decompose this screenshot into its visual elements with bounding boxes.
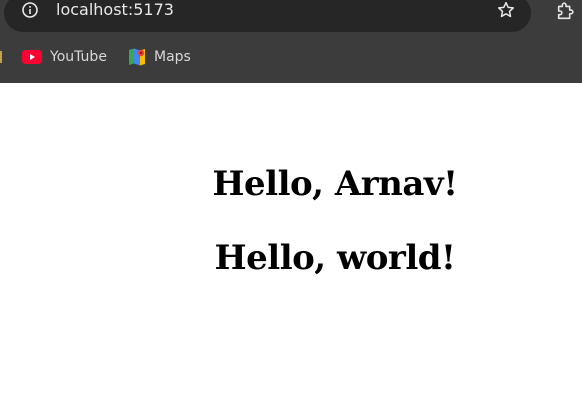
bookmark-label: YouTube	[50, 49, 107, 65]
puzzle-icon[interactable]	[555, 0, 577, 22]
greeting-heading: Hello, Arnav!	[212, 164, 458, 204]
browser-chrome: localhost:5173 YouTube Maps	[0, 0, 582, 83]
browser-toolbar: localhost:5173	[0, 0, 582, 38]
url-text[interactable]: localhost:5173	[56, 0, 174, 20]
bookmarks-bar: YouTube Maps	[0, 38, 582, 83]
youtube-icon	[22, 50, 42, 64]
address-bar[interactable]: localhost:5173	[4, 0, 531, 32]
star-icon[interactable]	[496, 0, 516, 20]
world-heading: Hello, world!	[214, 238, 456, 278]
info-icon[interactable]	[22, 2, 38, 18]
bookmark-overflow-edge	[0, 51, 2, 63]
bookmark-youtube[interactable]: YouTube	[22, 45, 107, 69]
bookmark-maps[interactable]: Maps	[128, 45, 191, 69]
page-content: Hello, Arnav! Hello, world!	[0, 83, 582, 406]
maps-icon	[129, 48, 145, 66]
bookmark-label: Maps	[154, 49, 191, 65]
